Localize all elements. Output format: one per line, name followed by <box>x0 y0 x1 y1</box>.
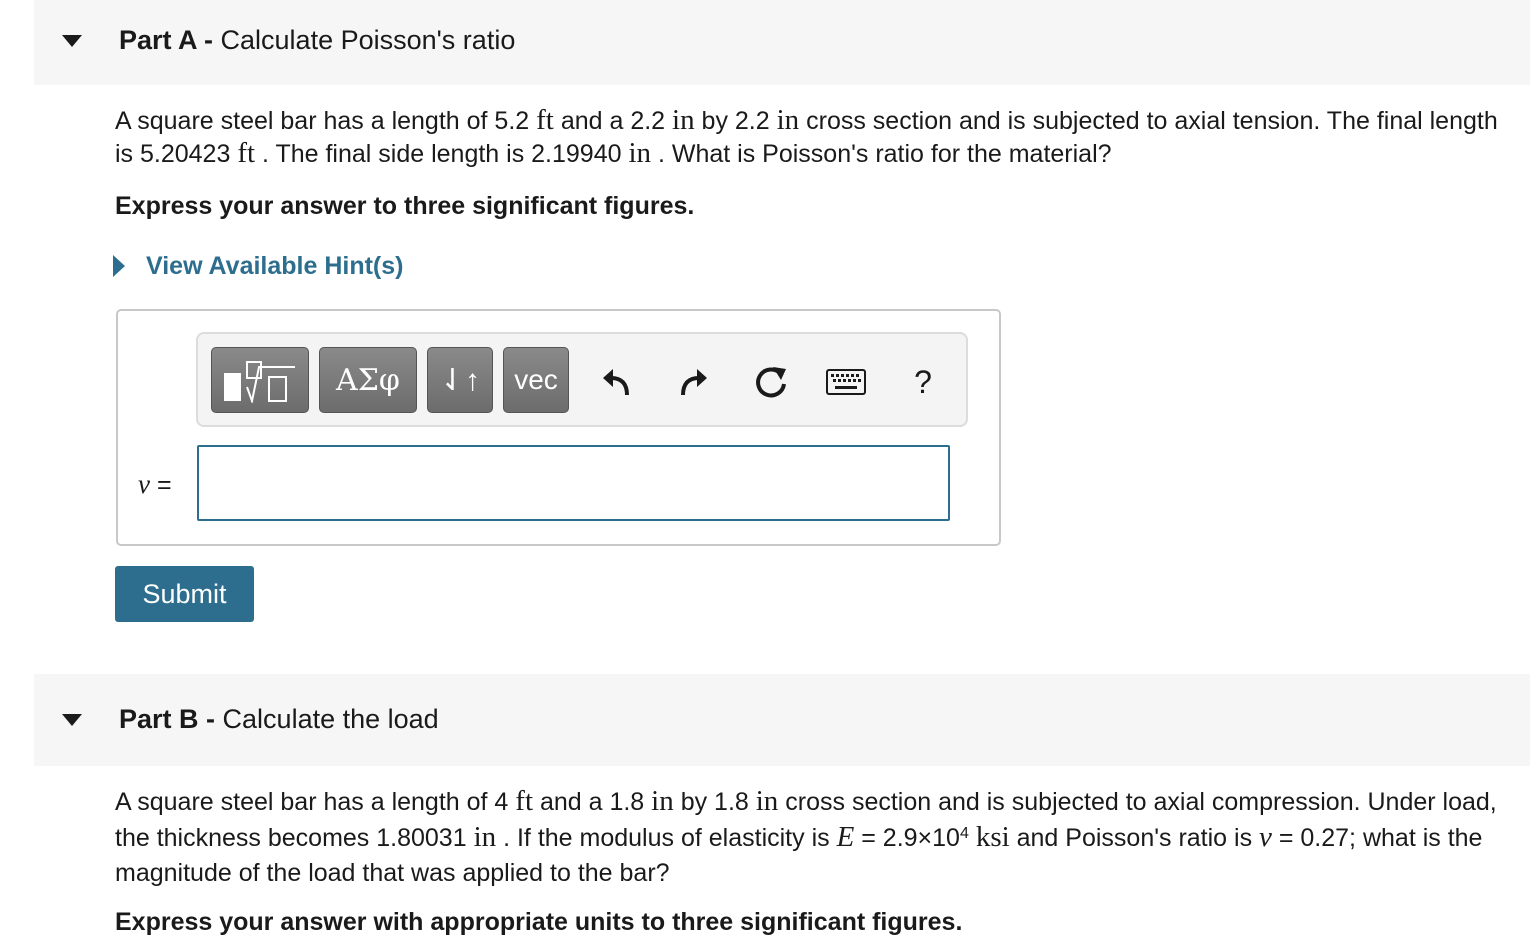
part-a-instruction: Express your answer to three significant… <box>115 192 695 220</box>
part-b-label: Part B - <box>119 704 216 734</box>
collapse-triangle-icon[interactable] <box>62 714 82 726</box>
submit-button[interactable]: Submit <box>115 566 254 622</box>
part-a-header[interactable]: Part A - Calculate Poisson's ratio <box>34 0 1530 85</box>
reset-icon[interactable] <box>751 362 791 402</box>
answer-variable-label: ν = <box>138 469 172 499</box>
undo-icon[interactable] <box>596 362 636 402</box>
greek-symbols-button[interactable]: ΑΣφ <box>319 347 417 413</box>
part-a-label: Part A - <box>119 25 214 55</box>
part-b-instruction: Express your answer with appropriate uni… <box>115 908 963 936</box>
part-a-title-text: Calculate Poisson's ratio <box>220 25 516 55</box>
view-hints-link[interactable]: View Available Hint(s) <box>113 248 403 284</box>
part-a-problem-text: A square steel bar has a length of 5.2 f… <box>115 104 1498 169</box>
vector-button[interactable]: vec <box>503 347 569 413</box>
templates-button[interactable] <box>211 347 309 413</box>
math-toolbar: ΑΣφ ⇃↑ vec ? <box>196 332 968 427</box>
collapse-triangle-icon[interactable] <box>62 35 82 47</box>
help-icon[interactable]: ? <box>903 362 943 402</box>
part-b-title: Part B - Calculate the load <box>119 704 439 735</box>
answer-input[interactable] <box>197 445 950 521</box>
part-b-problem-text: A square steel bar has a length of 4 ft … <box>115 785 1497 887</box>
keyboard-icon[interactable] <box>826 362 866 402</box>
answer-box: ΑΣφ ⇃↑ vec ? ν = <box>116 309 1001 546</box>
redo-icon[interactable] <box>674 362 714 402</box>
view-hints-label[interactable]: View Available Hint(s) <box>146 252 403 281</box>
expand-triangle-icon <box>113 255 125 277</box>
part-b-title-text: Calculate the load <box>222 704 439 734</box>
part-b-header[interactable]: Part B - Calculate the load <box>34 674 1530 766</box>
templates-icon <box>224 361 295 403</box>
arrows-button[interactable]: ⇃↑ <box>427 347 493 413</box>
part-a-title: Part A - Calculate Poisson's ratio <box>119 25 515 56</box>
